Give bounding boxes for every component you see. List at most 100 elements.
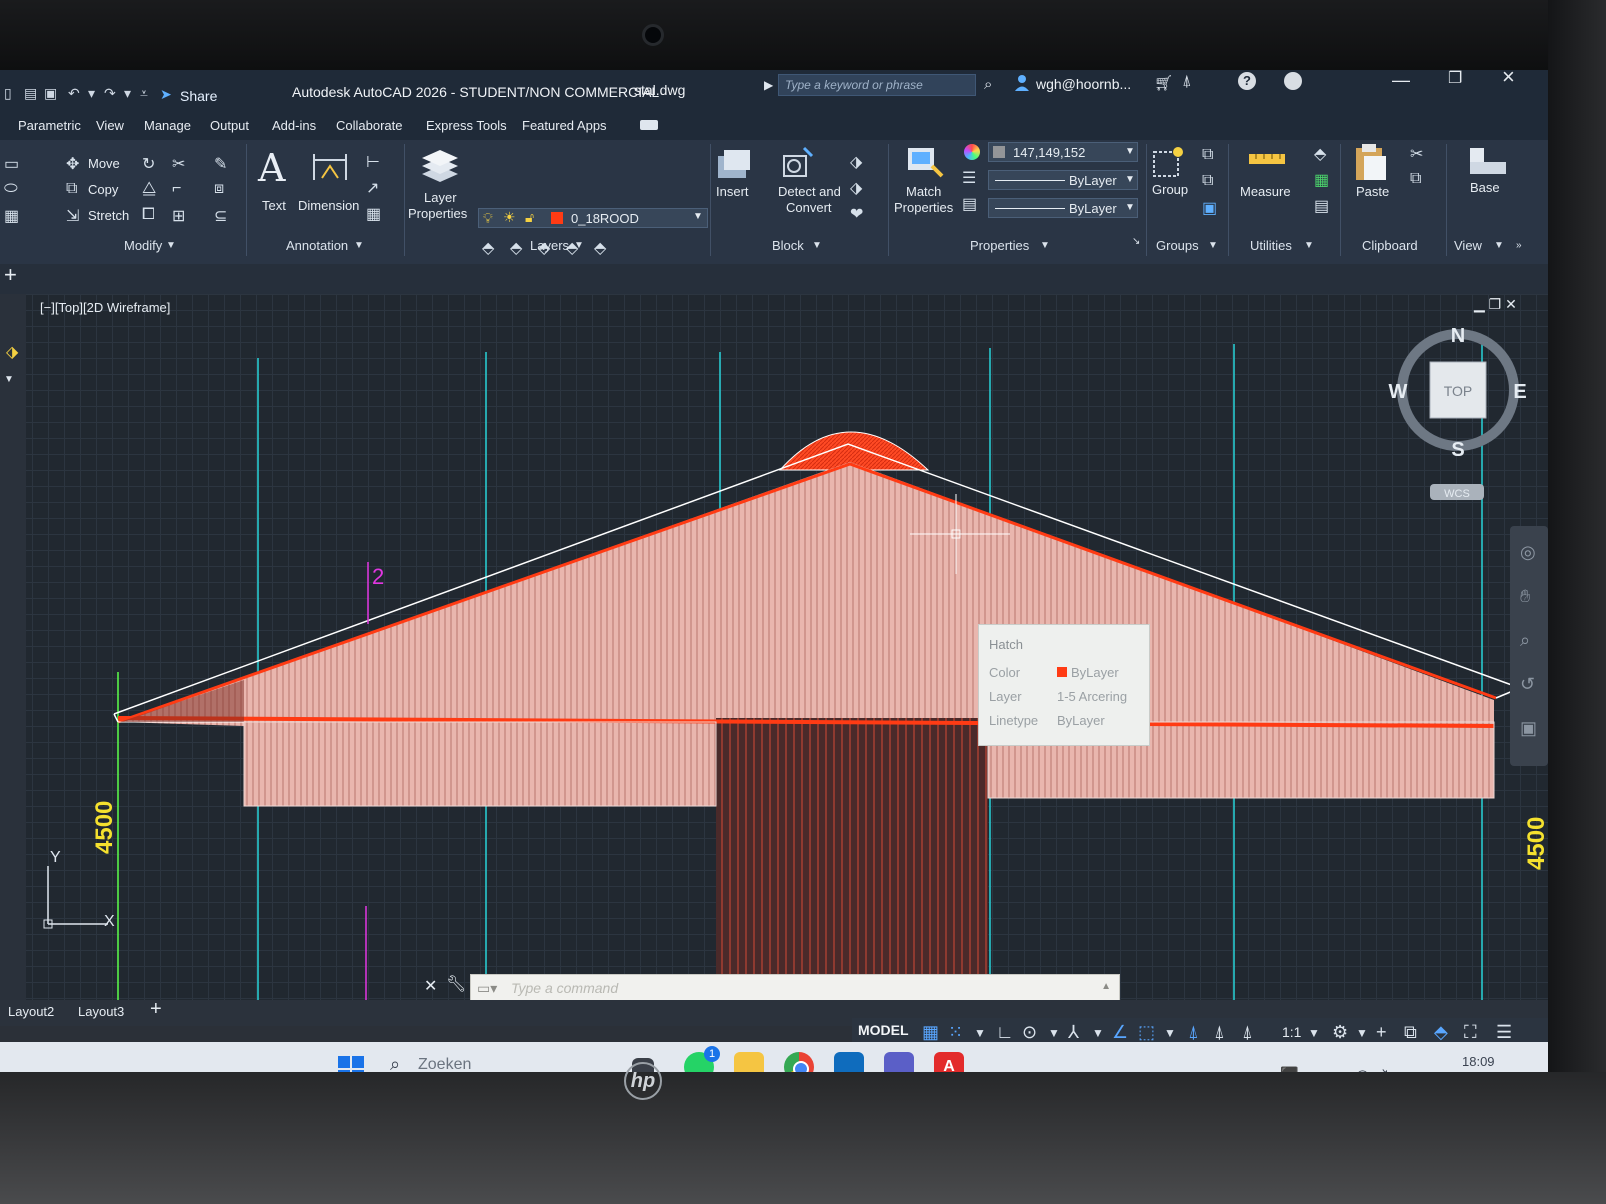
wcs-label[interactable]: WCS <box>1444 488 1470 500</box>
chevron-down-icon[interactable]: ▼ <box>812 240 822 251</box>
stretch-icon[interactable]: ⇲ <box>66 206 79 226</box>
chevron-down-icon[interactable]: ▼ <box>1040 240 1050 251</box>
group-edit-icon[interactable]: ⧉ <box>1202 172 1213 190</box>
trim-icon[interactable]: ✂ <box>172 154 185 174</box>
region-icon[interactable]: ▦ <box>4 206 19 226</box>
units-icon[interactable]: ⧉ <box>1404 1022 1417 1043</box>
insert-button[interactable]: Insert <box>716 184 749 199</box>
search-icon[interactable]: ⌕ <box>390 1054 400 1072</box>
insert-block-icon[interactable] <box>716 148 752 180</box>
redo-dropdown-icon[interactable]: ▾ <box>124 86 138 100</box>
ellipse-icon[interactable]: ⬭ <box>4 180 18 198</box>
tab-featured-apps[interactable]: Featured Apps <box>522 118 607 133</box>
panel-title-view[interactable]: View <box>1454 238 1482 253</box>
panel-title-groups[interactable]: Groups <box>1156 238 1199 253</box>
file-explorer-icon[interactable] <box>734 1052 764 1072</box>
zoom-icon[interactable]: ⌕ <box>1520 630 1530 651</box>
linear-dimension-icon[interactable]: ⊢ <box>366 152 380 172</box>
clock-time[interactable]: 18:09 <box>1462 1054 1495 1069</box>
chevron-down-icon[interactable]: ▼ <box>354 240 364 251</box>
user-icon[interactable] <box>1014 74 1030 92</box>
lineweight-icon[interactable]: ☰ <box>962 168 976 188</box>
lineweight-dropdown[interactable]: ByLayer ▼ <box>988 170 1138 190</box>
linetype-dropdown[interactable]: ByLayer ▼ <box>988 198 1138 218</box>
object-snap-tracking-icon[interactable]: ∠ <box>1112 1022 1128 1043</box>
tab-express-tools[interactable]: Express Tools <box>426 118 507 133</box>
panel-title-modify[interactable]: Modify <box>124 238 162 253</box>
windows-start-icon[interactable] <box>338 1056 364 1072</box>
compass-east[interactable]: E <box>1513 381 1526 403</box>
paste-icon[interactable] <box>1354 142 1388 182</box>
calculator-icon[interactable]: ▤ <box>1314 196 1329 216</box>
taskbar-search[interactable]: Zoeken <box>418 1056 471 1072</box>
copy-icon[interactable]: ⧉ <box>66 180 77 198</box>
share-button[interactable]: Share <box>180 88 217 104</box>
tab-output[interactable]: Output <box>210 118 249 133</box>
tab-collaborate[interactable]: Collaborate <box>336 118 403 133</box>
open-file-icon[interactable]: ▤ <box>24 86 38 100</box>
explode-icon[interactable]: ⧈ <box>214 180 224 198</box>
text-button[interactable]: Text <box>262 198 286 213</box>
chevron-down-icon[interactable]: ▼ <box>574 240 584 251</box>
layer-properties-label-1[interactable]: Layer <box>424 190 457 205</box>
erase-icon[interactable]: ✎ <box>214 154 227 174</box>
command-line-customize-icon[interactable]: 🔧︎ <box>446 974 466 994</box>
outlook-icon[interactable] <box>834 1052 864 1072</box>
tab-add-ins[interactable]: Add-ins <box>272 118 316 133</box>
ribbon-expand-icon[interactable]: » <box>1516 240 1522 251</box>
move-button[interactable]: Move <box>88 156 120 171</box>
chevron-down-icon[interactable]: ▼ <box>1092 1026 1104 1040</box>
annotation-scale-icon[interactable]: ⍋ <box>1242 1022 1253 1043</box>
model-space-button[interactable]: MODEL <box>858 1022 909 1038</box>
cad-drawing[interactable]: 2 4500 4500 Y X TOP N S W E WCS <box>0 294 1548 1000</box>
user-account-menu[interactable]: wgh@hoornb... <box>1036 76 1131 92</box>
center-hatch[interactable] <box>716 718 988 1000</box>
autodesk-app-icon[interactable]: ⍋ <box>1182 73 1192 91</box>
grid-icon[interactable]: ▦ <box>922 1022 939 1043</box>
teams-icon[interactable] <box>884 1052 914 1072</box>
mirror-icon[interactable]: ⧋ <box>142 180 156 198</box>
offset-icon[interactable]: ⊆ <box>214 206 227 226</box>
panel-title-block[interactable]: Block <box>772 238 804 253</box>
quick-access-menu-icon[interactable]: ⩡ <box>140 86 154 100</box>
match-properties-icon[interactable] <box>906 146 946 180</box>
leader-icon[interactable]: ↗ <box>366 178 379 198</box>
base-view-icon[interactable] <box>1468 146 1508 176</box>
ortho-icon[interactable]: ∟ <box>996 1022 1014 1043</box>
detect-convert-label-2[interactable]: Convert <box>786 200 832 215</box>
group-select-icon[interactable]: ▣ <box>1202 198 1217 218</box>
showmotion-icon[interactable]: ▣ <box>1520 718 1537 739</box>
search-icon[interactable]: ⌕ <box>984 76 992 93</box>
restore-icon[interactable]: ❐ <box>1448 70 1462 88</box>
undo-icon[interactable]: ↶ <box>68 86 82 100</box>
layout-tab-2[interactable]: Layout2 <box>8 1004 54 1019</box>
annotation-visibility-icon[interactable]: ⍋ <box>1188 1022 1199 1043</box>
detect-convert-label-1[interactable]: Detect and <box>778 184 841 199</box>
add-layout-button[interactable]: + <box>150 998 162 1021</box>
pan-icon[interactable]: ✋︎ <box>1520 586 1530 607</box>
quick-select-icon[interactable]: ⬘ <box>1314 144 1326 164</box>
tab-parametric[interactable]: Parametric <box>18 118 81 133</box>
redo-icon[interactable]: ↷ <box>104 86 118 100</box>
measure-button[interactable]: Measure <box>1240 184 1291 199</box>
help-icon[interactable]: ? <box>1238 72 1256 90</box>
cart-icon[interactable]: 🛒︎ <box>1154 74 1173 92</box>
panel-title-clipboard[interactable]: Clipboard <box>1362 238 1418 253</box>
cut-icon[interactable]: ✂ <box>1410 144 1423 164</box>
viewcube[interactable]: TOP N S W E WCS <box>1389 325 1527 500</box>
layer-properties-label-2[interactable]: Properties <box>408 206 467 221</box>
copy-clip-icon[interactable]: ⧉ <box>1410 170 1421 188</box>
chevron-up-icon[interactable]: ▲ <box>1101 981 1111 992</box>
viewport-restore-icon[interactable]: ❐ <box>1489 296 1502 312</box>
command-line[interactable]: ▭▾ Type a command ▲ <box>470 974 1120 1002</box>
annotation-monitor-icon[interactable]: + <box>1376 1022 1387 1043</box>
chevron-down-icon[interactable]: ▼ <box>166 240 176 251</box>
panel-title-annotation[interactable]: Annotation <box>286 238 348 253</box>
layer-tool-icon[interactable]: ⬘ <box>594 238 606 258</box>
compass-north[interactable]: N <box>1451 325 1465 347</box>
dimension-icon[interactable] <box>310 150 350 184</box>
steering-wheel-icon[interactable]: ◎ <box>1520 542 1536 563</box>
close-icon[interactable]: × <box>1502 70 1515 90</box>
layer-properties-icon[interactable] <box>420 148 460 184</box>
undo-dropdown-icon[interactable]: ▾ <box>88 86 102 100</box>
